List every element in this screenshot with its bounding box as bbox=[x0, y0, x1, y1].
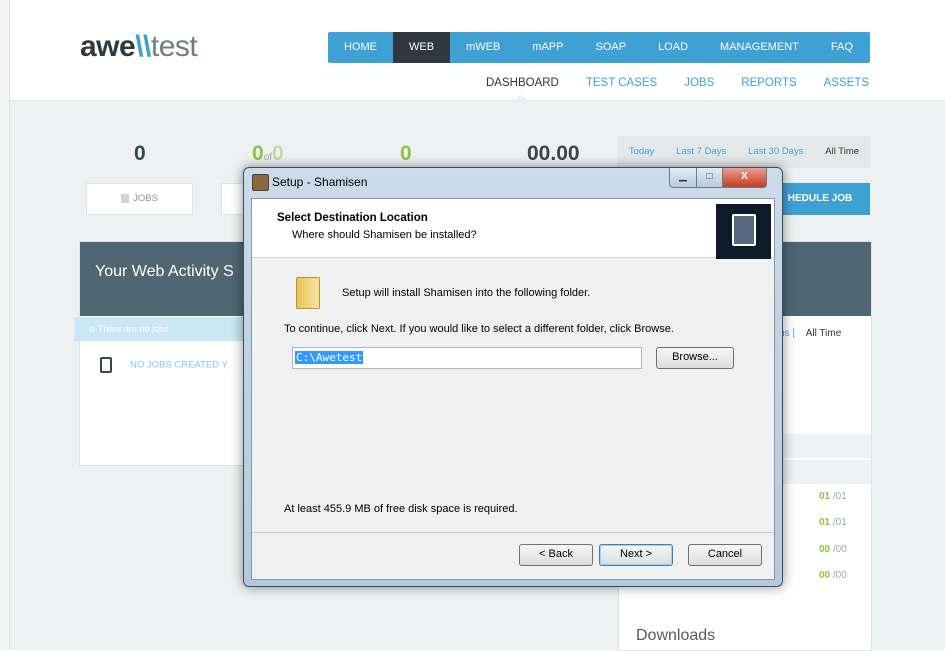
summary-value-row: 01 /01 bbox=[819, 517, 847, 528]
instruction-message: To continue, click Next. If you would li… bbox=[284, 323, 674, 335]
phone-icon bbox=[100, 357, 112, 373]
filter-last-7-days[interactable]: Last 7 Days bbox=[676, 136, 726, 168]
dialog-header: Select Destination Location Where should… bbox=[252, 199, 774, 259]
topnav-home[interactable]: HOME bbox=[328, 32, 393, 63]
stat-time: 00.00 bbox=[527, 142, 580, 165]
jobs-label: JOBS bbox=[133, 193, 158, 204]
setup-app-icon bbox=[252, 174, 269, 191]
back-button[interactable]: < Back bbox=[519, 544, 593, 566]
subnav-reports[interactable]: REPORTS bbox=[741, 77, 796, 89]
value: 01 bbox=[819, 491, 831, 502]
topnav-soap[interactable]: SOAP bbox=[579, 32, 642, 63]
stat-jobs: 0 bbox=[134, 142, 146, 165]
filter-today[interactable]: Today bbox=[629, 136, 654, 168]
schedule-job-button[interactable]: HEDULE JOB bbox=[770, 183, 870, 215]
subnav-dashboard[interactable]: DASHBOARD bbox=[486, 77, 559, 89]
value: 00 bbox=[819, 570, 831, 581]
filter-all-time[interactable]: All Time bbox=[825, 136, 859, 168]
folder-icon bbox=[296, 277, 320, 309]
cancel-button[interactable]: Cancel bbox=[688, 544, 762, 566]
dialog-client: Select Destination Location Where should… bbox=[251, 198, 775, 580]
topnav-load[interactable]: LOAD bbox=[642, 32, 704, 63]
next-button[interactable]: Next > bbox=[599, 544, 673, 566]
value-total: /01 bbox=[832, 491, 847, 502]
browse-button[interactable]: Browse... bbox=[656, 347, 734, 369]
topnav-mapp[interactable]: mAPP bbox=[516, 32, 579, 63]
no-jobs-row-text: NO JOBS CREATED Y bbox=[130, 359, 228, 371]
subnav-test-cases[interactable]: TEST CASES bbox=[586, 77, 657, 89]
stat-of: of bbox=[263, 152, 273, 163]
web-activity-title: Your Web Activity S bbox=[80, 242, 250, 316]
no-jobs-tip-text: There are no jobs bbox=[97, 324, 169, 334]
filter-last-30-days[interactable]: Last 30 Days bbox=[748, 136, 803, 168]
site-logo[interactable]: awe\\test bbox=[80, 30, 198, 64]
subnav-assets[interactable]: ASSETS bbox=[824, 77, 869, 89]
value-total: /00 bbox=[832, 570, 847, 581]
summary-value-row: 00 /00 bbox=[819, 544, 847, 555]
close-button[interactable]: X bbox=[722, 168, 767, 188]
dialog-title: Setup - Shamisen bbox=[272, 175, 368, 189]
summary-value-row: 01 /01 bbox=[819, 491, 847, 502]
install-message: Setup will install Shamisen into the fol… bbox=[342, 287, 591, 299]
logo-test: test bbox=[150, 30, 198, 63]
minimize-button[interactable]: ▁ bbox=[669, 168, 697, 188]
installer-computer-icon bbox=[716, 204, 771, 259]
sub-navigation: DASHBOARD TEST CASES JOBS REPORTS ASSETS bbox=[486, 77, 896, 89]
downloads-heading: Downloads bbox=[636, 627, 716, 644]
maximize-button[interactable]: □ bbox=[696, 168, 723, 188]
value: 00 bbox=[819, 544, 831, 555]
summary-value-row: 00 /00 bbox=[819, 570, 847, 581]
stat-passed-value: 0 bbox=[252, 142, 264, 165]
topnav-faq[interactable]: FAQ bbox=[815, 32, 869, 63]
dialog-heading: Select Destination Location bbox=[277, 212, 428, 224]
web-activity-panel: Your Web Activity S ⊘ There are no jobs … bbox=[74, 241, 251, 466]
stat-passed: 0of0 bbox=[252, 142, 284, 166]
site-header: awe\\test HOME WEB mWEB mAPP SOAP LOAD M… bbox=[10, 0, 945, 101]
destination-path-value: C:\Awetest bbox=[295, 351, 364, 364]
disk-space-requirement: At least 455.9 MB of free disk space is … bbox=[284, 503, 518, 515]
setup-dialog: Setup - Shamisen ▁ □ X Select Destinatio… bbox=[243, 167, 783, 587]
jobs-button[interactable]: JOBS bbox=[86, 183, 193, 215]
time-filter: Today Last 7 Days Last 30 Days All Time bbox=[618, 136, 870, 168]
info-icon: ⊘ bbox=[88, 324, 98, 334]
summary-filter: hs | All Time bbox=[779, 328, 842, 339]
topnav-management[interactable]: MANAGEMENT bbox=[704, 32, 815, 63]
topnav-web[interactable]: WEB bbox=[393, 32, 451, 63]
top-navigation: HOME WEB mWEB mAPP SOAP LOAD MANAGEMENT … bbox=[328, 32, 870, 63]
logo-slash: \\ bbox=[135, 30, 151, 63]
subnav-caret-icon bbox=[514, 94, 528, 101]
jobs-icon bbox=[121, 193, 130, 203]
no-jobs-row: NO JOBS CREATED Y bbox=[100, 357, 228, 373]
value-total: /00 bbox=[832, 544, 847, 555]
dialog-subheading: Where should Shamisen be installed? bbox=[292, 229, 477, 241]
topnav-mweb[interactable]: mWEB bbox=[450, 32, 516, 63]
stat-total: 0 bbox=[272, 142, 284, 165]
dialog-separator bbox=[252, 532, 774, 533]
logo-awe: awe bbox=[80, 30, 136, 63]
no-jobs-tip: ⊘ There are no jobs bbox=[74, 317, 250, 341]
stat-third: 0 bbox=[400, 142, 412, 165]
summary-filter-all-time[interactable]: All Time bbox=[806, 328, 842, 339]
subnav-jobs[interactable]: JOBS bbox=[684, 77, 714, 89]
value-total: /01 bbox=[832, 517, 847, 528]
value: 01 bbox=[819, 517, 831, 528]
destination-path-input[interactable]: C:\Awetest bbox=[292, 347, 642, 369]
